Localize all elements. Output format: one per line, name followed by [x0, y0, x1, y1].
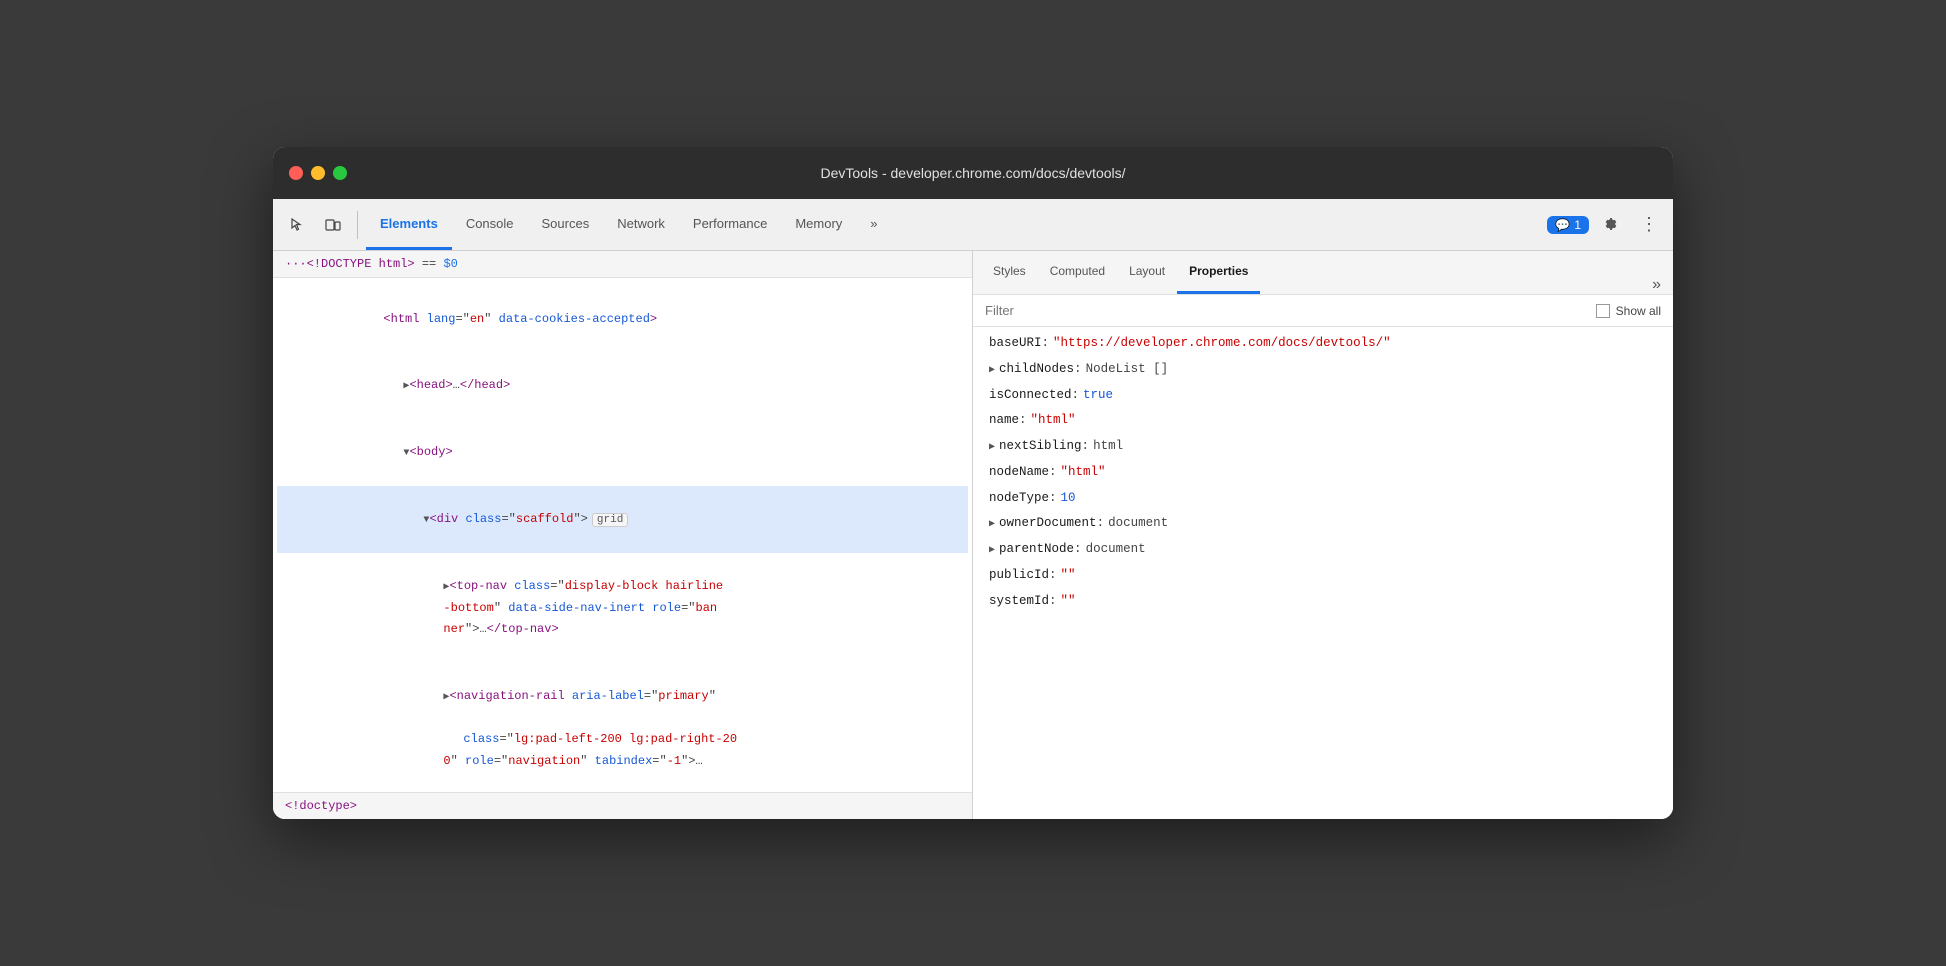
window-title: DevTools - developer.chrome.com/docs/dev… [820, 165, 1125, 181]
prop-baseuri[interactable]: baseURI: "https://developer.chrome.com/d… [981, 331, 1665, 357]
main-tabs: Elements Console Sources Network Perform… [366, 199, 1543, 250]
toolbar-right: 💬 1 ⋮ [1547, 209, 1665, 241]
head-element[interactable]: ▶<head>…</head> [277, 353, 968, 420]
tab-layout[interactable]: Layout [1117, 251, 1177, 294]
devtools-panel: Elements Console Sources Network Perform… [273, 199, 1673, 819]
show-all-checkbox[interactable] [1596, 304, 1610, 318]
window-controls [289, 166, 347, 180]
doctype-bar: <!doctype> [273, 792, 972, 819]
tab-network[interactable]: Network [603, 199, 679, 250]
elements-panel: ···<!DOCTYPE html> == $0 <html lang="en"… [273, 251, 973, 819]
tab-sources[interactable]: Sources [528, 199, 604, 250]
prop-systemid[interactable]: systemId: "" [981, 589, 1665, 615]
show-all-label: Show all [1616, 304, 1661, 318]
tab-more[interactable]: » [856, 199, 891, 250]
breadcrumb: ···<!DOCTYPE html> == $0 [273, 251, 972, 278]
html-element[interactable]: <html lang="en" data-cookies-accepted> [277, 286, 968, 353]
prop-isconnected[interactable]: isConnected: true [981, 383, 1665, 409]
notification-icon: 💬 [1555, 218, 1570, 232]
prop-parentnode[interactable]: ▶ parentNode: document [981, 537, 1665, 563]
notification-count: 1 [1574, 218, 1581, 232]
tab-styles[interactable]: Styles [981, 251, 1038, 294]
properties-list: baseURI: "https://developer.chrome.com/d… [973, 327, 1673, 819]
navigation-rail-element[interactable]: ▶<navigation-rail aria-label="primary" c… [277, 663, 968, 792]
expand-icon: ▶ [989, 361, 995, 380]
show-all-container: Show all [1596, 304, 1661, 318]
prop-nextsibling[interactable]: ▶ nextSibling: html [981, 434, 1665, 460]
body-element[interactable]: ▼<body> [277, 420, 968, 487]
more-options-button[interactable]: ⋮ [1633, 209, 1665, 241]
tab-properties[interactable]: Properties [1177, 251, 1260, 294]
prop-nodename[interactable]: nodeName: "html" [981, 460, 1665, 486]
close-button[interactable] [289, 166, 303, 180]
elements-tree[interactable]: <html lang="en" data-cookies-accepted> ▶… [273, 278, 972, 792]
filter-input[interactable] [985, 303, 1588, 318]
tab-computed[interactable]: Computed [1038, 251, 1117, 294]
main-content: ···<!DOCTYPE html> == $0 <html lang="en"… [273, 251, 1673, 819]
select-element-icon[interactable] [281, 209, 313, 241]
scaffold-div[interactable]: ▼<div class="scaffold">grid [277, 486, 968, 553]
top-nav-element[interactable]: ▶<top-nav class="display-block hairline … [277, 553, 968, 663]
expand-icon: ▶ [989, 515, 995, 534]
prop-childnodes[interactable]: ▶ childNodes: NodeList [] [981, 357, 1665, 383]
toolbar-separator [357, 211, 358, 239]
tab-elements[interactable]: Elements [366, 199, 452, 250]
notification-badge[interactable]: 💬 1 [1547, 216, 1589, 234]
panel-more-icon[interactable]: » [1648, 276, 1665, 294]
titlebar: DevTools - developer.chrome.com/docs/dev… [273, 147, 1673, 199]
tab-performance[interactable]: Performance [679, 199, 781, 250]
doctype-label: <!doctype> [285, 799, 357, 813]
panel-tabs: Styles Computed Layout Properties » [973, 251, 1673, 295]
tab-memory[interactable]: Memory [781, 199, 856, 250]
properties-panel: Styles Computed Layout Properties » [973, 251, 1673, 819]
filter-bar: Show all [973, 295, 1673, 327]
prop-ownerdocument[interactable]: ▶ ownerDocument: document [981, 511, 1665, 537]
prop-publicid[interactable]: publicId: "" [981, 563, 1665, 589]
device-toggle-icon[interactable] [317, 209, 349, 241]
prop-nodetype[interactable]: nodeType: 10 [981, 486, 1665, 512]
devtools-window: DevTools - developer.chrome.com/docs/dev… [273, 147, 1673, 819]
prop-name[interactable]: name: "html" [981, 408, 1665, 434]
minimize-button[interactable] [311, 166, 325, 180]
expand-icon: ▶ [989, 438, 995, 457]
expand-icon: ▶ [989, 541, 995, 560]
tab-console[interactable]: Console [452, 199, 528, 250]
settings-button[interactable] [1595, 209, 1627, 241]
maximize-button[interactable] [333, 166, 347, 180]
breadcrumb-text: ···<!DOCTYPE html> [285, 257, 415, 271]
main-toolbar: Elements Console Sources Network Perform… [273, 199, 1673, 251]
